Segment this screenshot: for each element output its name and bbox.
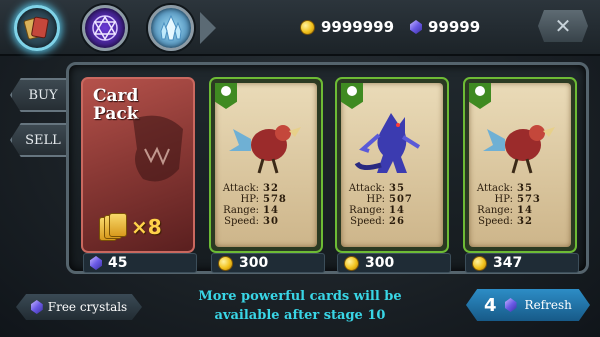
speed-value: 30 <box>263 216 279 227</box>
refresh-label: Refresh <box>524 298 572 312</box>
tab-buy[interactable]: BUY <box>10 78 70 112</box>
speed-value: 32 <box>517 216 533 227</box>
unit-card-3[interactable]: Attack: 35 HP: 573 Range: 14 Speed: 32 347 <box>463 77 579 273</box>
unit-stats: Attack: 35 HP: 573 Range: 14 Speed: 32 <box>473 183 569 227</box>
shop-panel: Card Pack ×8 45 Attack: 32 HP: 578 Range… <box>66 62 589 274</box>
unit-stats: Attack: 35 HP: 507 Range: 14 Speed: 26 <box>345 183 441 227</box>
hp-label: HP: <box>494 194 513 205</box>
unit-card-price-value: 347 <box>493 255 523 271</box>
attack-value: 35 <box>517 183 533 194</box>
range-value: 14 <box>263 205 279 216</box>
speed-label: Speed: <box>350 216 385 227</box>
attack-value: 35 <box>389 183 405 194</box>
unit-card-1[interactable]: Attack: 32 HP: 578 Range: 14 Speed: 30 300 <box>209 77 325 273</box>
top-bar: 9999999 99999 ✕ <box>0 0 600 56</box>
crystal-tower-icon <box>160 14 182 41</box>
unit-card-price: 347 <box>465 253 579 273</box>
attack-value: 32 <box>263 183 279 194</box>
stage-unlock-message: More powerful cards will be available af… <box>180 287 420 325</box>
speed-value: 26 <box>389 216 405 227</box>
card-pack-count: ×8 <box>99 213 162 241</box>
stage-message-line1: More powerful cards will be <box>198 289 402 304</box>
crystal-amount: 99999 <box>428 18 481 36</box>
unit-card-price: 300 <box>337 253 451 273</box>
card-pack-title-line1: Card <box>93 86 139 106</box>
gold-amount: 9999999 <box>321 18 395 36</box>
crystal-icon <box>30 300 43 314</box>
refresh-count: 4 <box>484 294 497 316</box>
range-value: 14 <box>517 205 533 216</box>
range-value: 14 <box>389 205 405 216</box>
unit-card-face: Attack: 35 HP: 573 Range: 14 Speed: 32 <box>469 83 571 247</box>
unit-card-price-value: 300 <box>239 255 269 271</box>
tab-sell-label: SELL <box>25 132 61 148</box>
tab-cards[interactable] <box>14 5 60 51</box>
tab-buy-label: BUY <box>28 87 58 103</box>
unit-stats: Attack: 32 HP: 578 Range: 14 Speed: 30 <box>219 183 315 227</box>
gold-coin-icon <box>472 255 487 271</box>
speed-label: Speed: <box>478 216 513 227</box>
card-pack-offer[interactable]: Card Pack ×8 45 <box>81 77 197 273</box>
card-pack-price-value: 45 <box>108 255 128 271</box>
range-label: Range: <box>349 205 385 216</box>
free-crystals-label: Free crystals <box>47 300 128 314</box>
unit-card-face: Attack: 32 HP: 578 Range: 14 Speed: 30 <box>215 83 317 247</box>
hexagram-icon <box>92 15 118 41</box>
beast-illustration <box>133 115 183 182</box>
gold-coin-icon <box>300 19 315 35</box>
gold-balance: 9999999 <box>300 18 394 36</box>
range-label: Range: <box>223 205 259 216</box>
tab-towers[interactable] <box>148 5 194 51</box>
bird-creature-icon <box>483 125 555 174</box>
crystal-icon <box>90 256 102 270</box>
hp-label: HP: <box>366 194 385 205</box>
close-button[interactable]: ✕ <box>538 10 588 42</box>
range-label: Range: <box>477 205 513 216</box>
unit-card-price: 300 <box>211 253 325 273</box>
free-crystals-button[interactable]: Free crystals <box>16 294 142 320</box>
card-pack-quantity: ×8 <box>131 215 162 239</box>
hp-value: 578 <box>263 194 287 205</box>
attack-label: Attack: <box>348 183 385 194</box>
attack-label: Attack: <box>476 183 513 194</box>
bird-creature-icon <box>229 125 301 174</box>
wolf-creature-icon <box>354 113 421 173</box>
tab-magic[interactable] <box>82 5 128 51</box>
shop-screen: 9999999 99999 ✕ BUY SELL Card Pack ×8 45… <box>0 0 600 337</box>
gold-coin-icon <box>218 255 233 271</box>
crystal-icon <box>504 298 517 312</box>
cards-icon <box>23 16 49 40</box>
cards-stack-icon <box>99 213 127 241</box>
close-icon: ✕ <box>554 14 572 38</box>
speed-label: Speed: <box>224 216 259 227</box>
card-pack-price: 45 <box>83 253 197 273</box>
hp-label: HP: <box>240 194 259 205</box>
unit-card-face: Attack: 35 HP: 507 Range: 14 Speed: 26 <box>341 83 443 247</box>
hp-value: 573 <box>517 194 541 205</box>
crystal-balance: 99999 <box>410 18 480 36</box>
tabs-scroll-arrow-icon[interactable] <box>200 12 216 44</box>
unit-card-price-value: 300 <box>365 255 395 271</box>
unit-card-2[interactable]: Attack: 35 HP: 507 Range: 14 Speed: 26 300 <box>335 77 451 273</box>
refresh-button[interactable]: 4 Refresh <box>466 289 590 321</box>
tab-sell[interactable]: SELL <box>10 123 70 157</box>
hp-value: 507 <box>389 194 413 205</box>
stage-message-line2: available after stage 10 <box>214 308 386 323</box>
crystal-icon <box>410 20 422 34</box>
gold-coin-icon <box>344 255 359 271</box>
attack-label: Attack: <box>222 183 259 194</box>
